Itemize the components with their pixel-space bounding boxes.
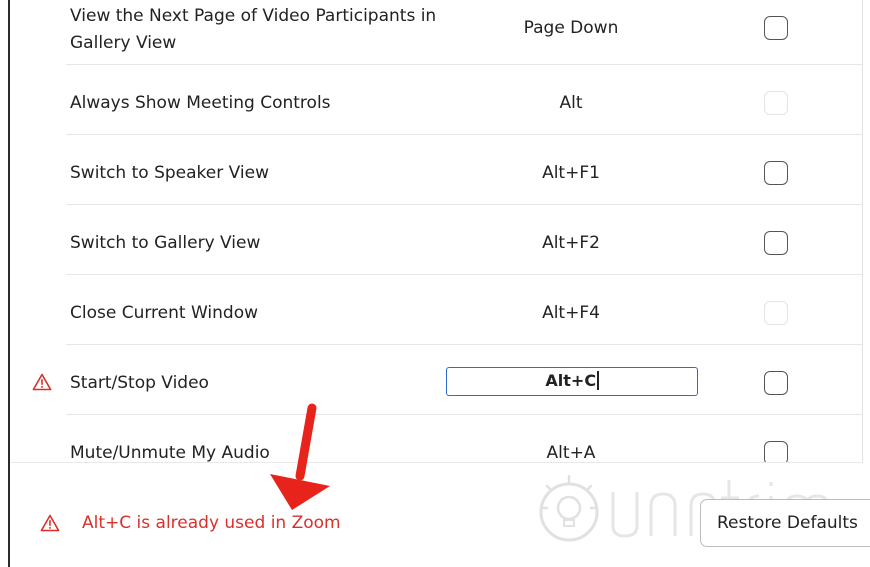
- shortcut-enable-checkbox[interactable]: [764, 371, 788, 395]
- red-arrow-down-icon: [270, 403, 330, 510]
- shortcut-key[interactable]: Alt+F2: [446, 231, 696, 255]
- shortcut-enable-checkbox[interactable]: [764, 161, 788, 185]
- shortcut-row-conflict: Start/Stop Video Alt+C: [10, 345, 862, 415]
- shortcut-name: Close Current Window: [70, 303, 258, 323]
- shortcut-name: Always Show Meeting Controls: [70, 93, 331, 113]
- shortcut-name: View the Next Page of Video Participants…: [70, 6, 437, 53]
- text-caret: [597, 371, 599, 390]
- shortcut-row: View the Next Page of Video Participants…: [10, 0, 862, 65]
- shortcut-key-value: Alt+C: [545, 371, 597, 390]
- shortcut-row: Mute/Unmute My Audio Alt+A: [10, 415, 862, 462]
- shortcut-key[interactable]: Alt+F1: [446, 161, 696, 185]
- shortcut-row: Switch to Gallery View Alt+F2: [10, 205, 862, 275]
- shortcut-key[interactable]: Alt+A: [446, 441, 696, 462]
- error-text: Alt+C is already used in Zoom: [82, 513, 341, 533]
- shortcut-enable-checkbox[interactable]: [764, 16, 788, 40]
- restore-defaults-button[interactable]: Restore Defaults: [700, 499, 870, 547]
- shortcut-enable-checkbox[interactable]: [764, 231, 788, 255]
- warning-icon: [32, 373, 52, 391]
- shortcut-key-input[interactable]: Alt+C: [446, 367, 698, 396]
- scroll-edge: [862, 0, 863, 463]
- shortcut-key[interactable]: Page Down: [446, 16, 696, 40]
- shortcut-key[interactable]: Alt: [446, 91, 696, 115]
- shortcut-row: Always Show Meeting Controls Alt: [10, 65, 862, 135]
- shortcut-key[interactable]: Alt+F4: [446, 301, 696, 325]
- shortcut-row: Close Current Window Alt+F4: [10, 275, 862, 345]
- shortcut-enable-checkbox[interactable]: [764, 441, 788, 462]
- shortcut-name: Switch to Gallery View: [70, 233, 261, 253]
- shortcut-enable-checkbox[interactable]: [764, 301, 788, 325]
- keyboard-shortcuts-panel: View the Next Page of Video Participants…: [0, 0, 870, 567]
- shortcut-list: View the Next Page of Video Participants…: [10, 0, 862, 462]
- shortcut-name: Switch to Speaker View: [70, 163, 269, 183]
- shortcut-row: Switch to Speaker View Alt+F1: [10, 135, 862, 205]
- footer-divider: [10, 462, 863, 463]
- shortcut-enable-checkbox[interactable]: [764, 91, 788, 115]
- warning-icon: [40, 514, 60, 532]
- shortcut-name: Mute/Unmute My Audio: [70, 443, 270, 462]
- shortcut-name: Start/Stop Video: [70, 373, 209, 393]
